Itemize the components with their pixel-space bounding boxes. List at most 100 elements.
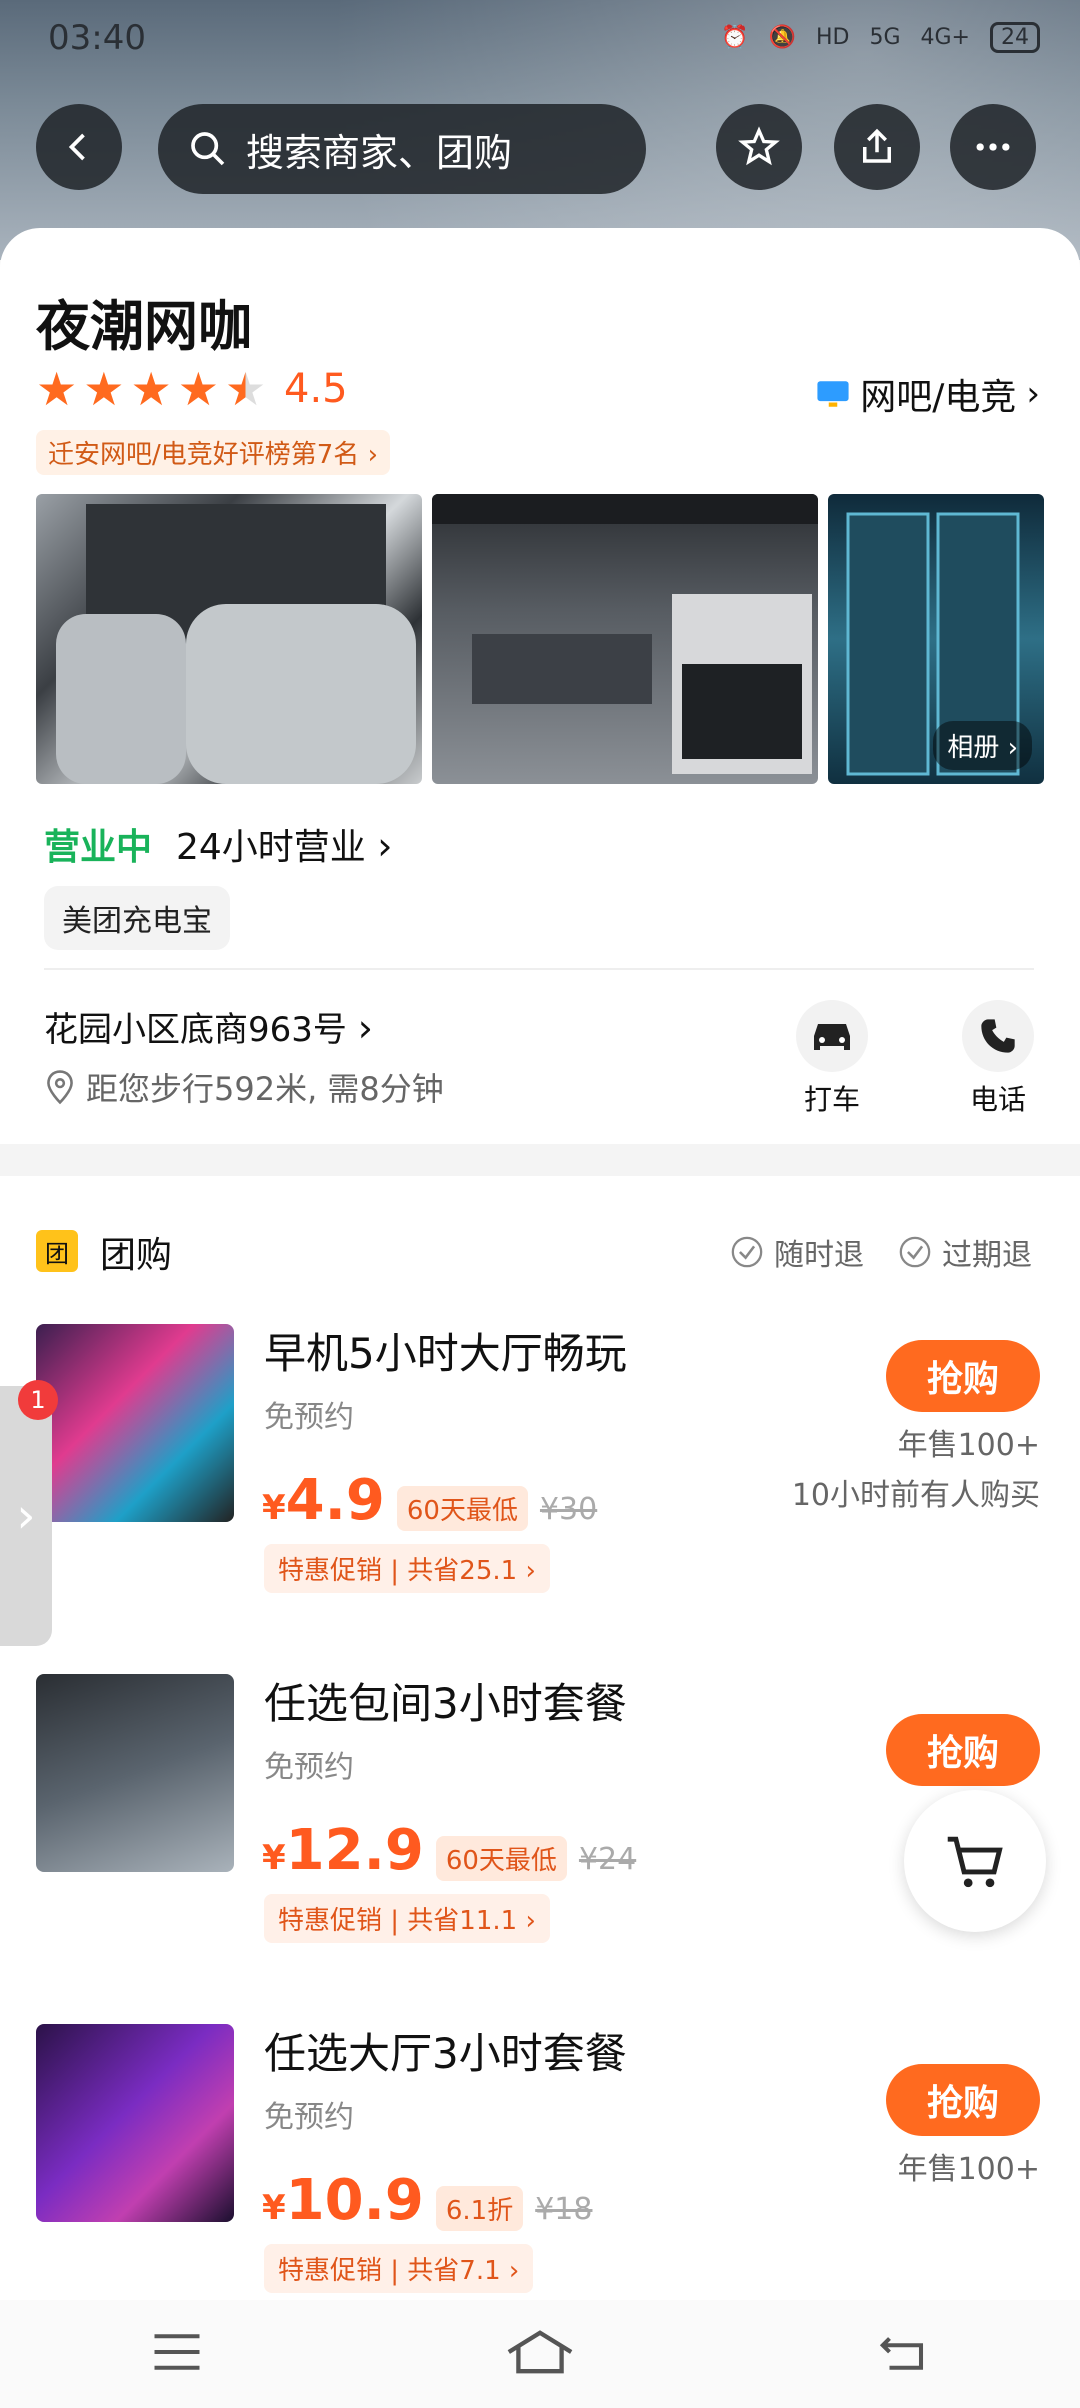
original-price: ¥18: [535, 2192, 593, 2227]
deal-price: ¥4.9 60天最低 ¥30: [262, 1468, 597, 1533]
walk-text: 距您步行592米, 需8分钟: [86, 1070, 444, 1108]
category-label: 网吧/电竞: [860, 377, 1017, 418]
chevron-right-icon: ›: [357, 1006, 373, 1050]
service-tag: 美团充电宝: [44, 886, 230, 950]
share-icon: [863, 128, 891, 163]
favorite-button[interactable]: [716, 104, 802, 190]
deal-subtitle: 免预约: [264, 1750, 354, 1785]
price-value: 4.9: [285, 1468, 385, 1533]
group-title: 团购: [100, 1235, 173, 1276]
more-button[interactable]: [950, 104, 1036, 190]
promo-badge[interactable]: 特惠促销 | 共省25.1 ›: [264, 1544, 550, 1593]
deal-image[interactable]: [36, 1674, 234, 1872]
refund-policy-anytime: 随时退: [730, 1230, 864, 1274]
call-button[interactable]: 电话: [962, 1000, 1034, 1118]
deal-title[interactable]: 任选大厅3小时套餐: [264, 2020, 627, 2081]
status-time: 03:40: [48, 18, 146, 58]
side-drawer-handle[interactable]: ›: [0, 1386, 52, 1646]
room-illustration: [432, 494, 818, 774]
star-icon: ★: [130, 362, 172, 416]
shop-name: 夜潮网咖: [36, 295, 252, 358]
currency: ¥: [262, 1488, 286, 1528]
star-icon: ★: [177, 362, 219, 416]
shop-photo[interactable]: [36, 494, 422, 784]
home-icon[interactable]: [504, 2328, 576, 2380]
back-nav-icon[interactable]: [876, 2329, 930, 2379]
deal-title[interactable]: 任选包间3小时套餐: [264, 1670, 627, 1731]
notification-badge: 1: [18, 1380, 58, 1420]
search-placeholder: 搜索商家、团购: [246, 130, 513, 175]
shop-photo[interactable]: 相册 ›: [828, 494, 1044, 784]
price-value: 10.9: [285, 2168, 424, 2233]
alarm-icon: ⏰: [721, 25, 749, 50]
address-link[interactable]: 花园小区底商963号 ›: [44, 1002, 373, 1051]
taxi-button[interactable]: 打车: [796, 1000, 868, 1118]
deal-title[interactable]: 早机5小时大厅畅玩: [264, 1320, 627, 1381]
chevron-right-icon: ›: [1026, 374, 1040, 414]
address-text: 花园小区底商963号: [44, 1010, 347, 1050]
hd-indicator: HD: [815, 25, 850, 50]
star-icon: ★: [36, 362, 78, 416]
back-button[interactable]: [36, 104, 122, 190]
deal-price: ¥10.9 6.1折 ¥18: [262, 2168, 592, 2233]
promo-text: 特惠促销 | 共省11.1: [278, 1906, 518, 1936]
promo-badge[interactable]: 特惠促销 | 共省11.1 ›: [264, 1894, 550, 1943]
promo-text: 特惠促销 | 共省25.1: [278, 1556, 518, 1586]
system-nav-bar: [0, 2300, 1080, 2408]
currency: ¥: [262, 2188, 286, 2228]
menu-icon[interactable]: [150, 2331, 204, 2377]
business-hours[interactable]: 24小时营业 ›: [176, 818, 392, 870]
discount-badge: 6.1折: [435, 2186, 524, 2231]
chair-illustration: [56, 504, 416, 784]
cart-icon: [947, 1836, 1003, 1888]
original-price: ¥24: [578, 1842, 637, 1877]
policy-text: 过期退: [942, 1238, 1032, 1273]
chevron-right-icon: ›: [16, 1488, 36, 1544]
buy-button[interactable]: 抢购: [886, 2064, 1040, 2136]
search-input[interactable]: 搜索商家、团购: [158, 104, 646, 194]
buy-button[interactable]: 抢购: [886, 1714, 1040, 1786]
annual-sales: 年售100+: [897, 2152, 1040, 2187]
walk-distance: 距您步行592米, 需8分钟: [44, 1064, 444, 1110]
rating-score: 4.5: [284, 366, 348, 412]
car-icon: [796, 1000, 868, 1072]
refund-policy-expire: 过期退: [898, 1230, 1032, 1274]
deal-subtitle: 免预约: [264, 1400, 354, 1435]
promo-badge[interactable]: 特惠促销 | 共省7.1 ›: [264, 2244, 534, 2293]
star-icon: ★: [83, 362, 125, 416]
check-circle-icon: [731, 1236, 763, 1268]
shop-photo[interactable]: [432, 494, 818, 784]
deal-image[interactable]: [36, 1324, 234, 1522]
more-icon: [976, 143, 1010, 151]
category-link[interactable]: 网吧/电竞 ›: [816, 368, 1040, 420]
4g-indicator: 4G+: [920, 25, 970, 50]
cart-button[interactable]: [904, 1790, 1046, 1932]
battery-icon: 24: [990, 22, 1040, 53]
call-label: 电话: [969, 1083, 1026, 1116]
original-price: ¥30: [539, 1492, 598, 1527]
search-icon: [191, 132, 225, 166]
lowest-price-badge: 60天最低: [396, 1486, 528, 1531]
promo-text: 特惠促销 | 共省7.1: [278, 2256, 501, 2286]
rank-badge[interactable]: 迁安网吧/电竞好评榜第7名 ›: [36, 430, 390, 475]
location-pin-icon: [47, 1070, 73, 1105]
recent-purchase: 10小时前有人购买: [791, 1478, 1040, 1513]
price-value: 12.9: [285, 1818, 424, 1883]
policy-text: 随时退: [774, 1238, 864, 1273]
phone-icon: [962, 1000, 1034, 1072]
rating-stars: ★ ★ ★ ★ ★: [36, 366, 266, 412]
hours-text: 24小时营业: [176, 827, 366, 868]
mute-icon: 🔕: [768, 25, 796, 50]
album-button[interactable]: 相册 ›: [933, 721, 1032, 770]
deal-price: ¥12.9 60天最低 ¥24: [262, 1818, 636, 1883]
open-status: 营业中: [44, 827, 153, 868]
deal-subtitle: 免预约: [264, 2100, 354, 2135]
share-button[interactable]: [834, 104, 920, 190]
back-icon: [68, 133, 85, 161]
chevron-right-icon: ›: [377, 824, 393, 868]
half-star-icon: ★: [225, 362, 267, 416]
check-circle-icon: [899, 1236, 931, 1268]
status-icons: ⏰ 🔕 HD 5G 4G+ 24: [721, 22, 1040, 53]
deal-image[interactable]: [36, 2024, 234, 2222]
buy-button[interactable]: 抢购: [886, 1340, 1040, 1412]
